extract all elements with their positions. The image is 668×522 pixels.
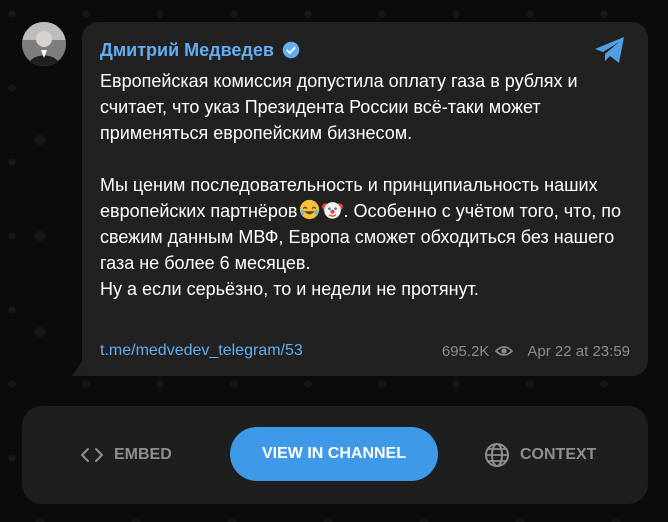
message-text: Европейская комиссия допустила оплату га…	[100, 68, 630, 302]
context-button[interactable]: CONTEXT	[484, 406, 596, 504]
embed-button[interactable]: EMBED	[80, 406, 172, 504]
verified-icon	[282, 41, 300, 59]
message-paragraph: Ну а если серьёзно, то и недели не протя…	[100, 279, 479, 299]
message-bubble: Дмитрий Медведев Европейская комиссия до…	[82, 22, 648, 376]
author-avatar[interactable]	[22, 22, 66, 66]
message-paragraph: Мы ценим последовательность и принципиал…	[100, 172, 630, 276]
views-count: 695.2K	[441, 342, 490, 360]
author-name[interactable]: Дмитрий Медведев	[100, 40, 274, 61]
post-date[interactable]: Apr 22 at 23:59	[527, 343, 630, 360]
clown-emoji-icon	[321, 202, 343, 219]
author-row: Дмитрий Медведев	[100, 36, 300, 64]
telegram-icon[interactable]	[594, 36, 626, 64]
action-bar: EMBED VIEW IN CHANNEL CONTEXT	[22, 406, 648, 504]
post-link[interactable]: t.me/medvedev_telegram/53	[100, 342, 303, 360]
view-in-channel-label: VIEW IN CHANNEL	[262, 445, 406, 462]
message-paragraph: Европейская комиссия допустила оплату га…	[100, 71, 578, 143]
view-in-channel-button[interactable]: VIEW IN CHANNEL	[230, 427, 438, 481]
eye-icon	[495, 346, 514, 356]
post-meta: 695.2K Apr 22 at 23:59	[442, 343, 630, 360]
message-footer: t.me/medvedev_telegram/53 695.2K Apr 22 …	[100, 340, 630, 362]
globe-icon	[485, 443, 509, 467]
code-icon	[81, 448, 103, 462]
embed-label: EMBED	[114, 446, 172, 463]
laughing-emoji-icon	[299, 199, 319, 220]
context-label: CONTEXT	[520, 446, 597, 463]
bubble-tail	[72, 358, 84, 376]
